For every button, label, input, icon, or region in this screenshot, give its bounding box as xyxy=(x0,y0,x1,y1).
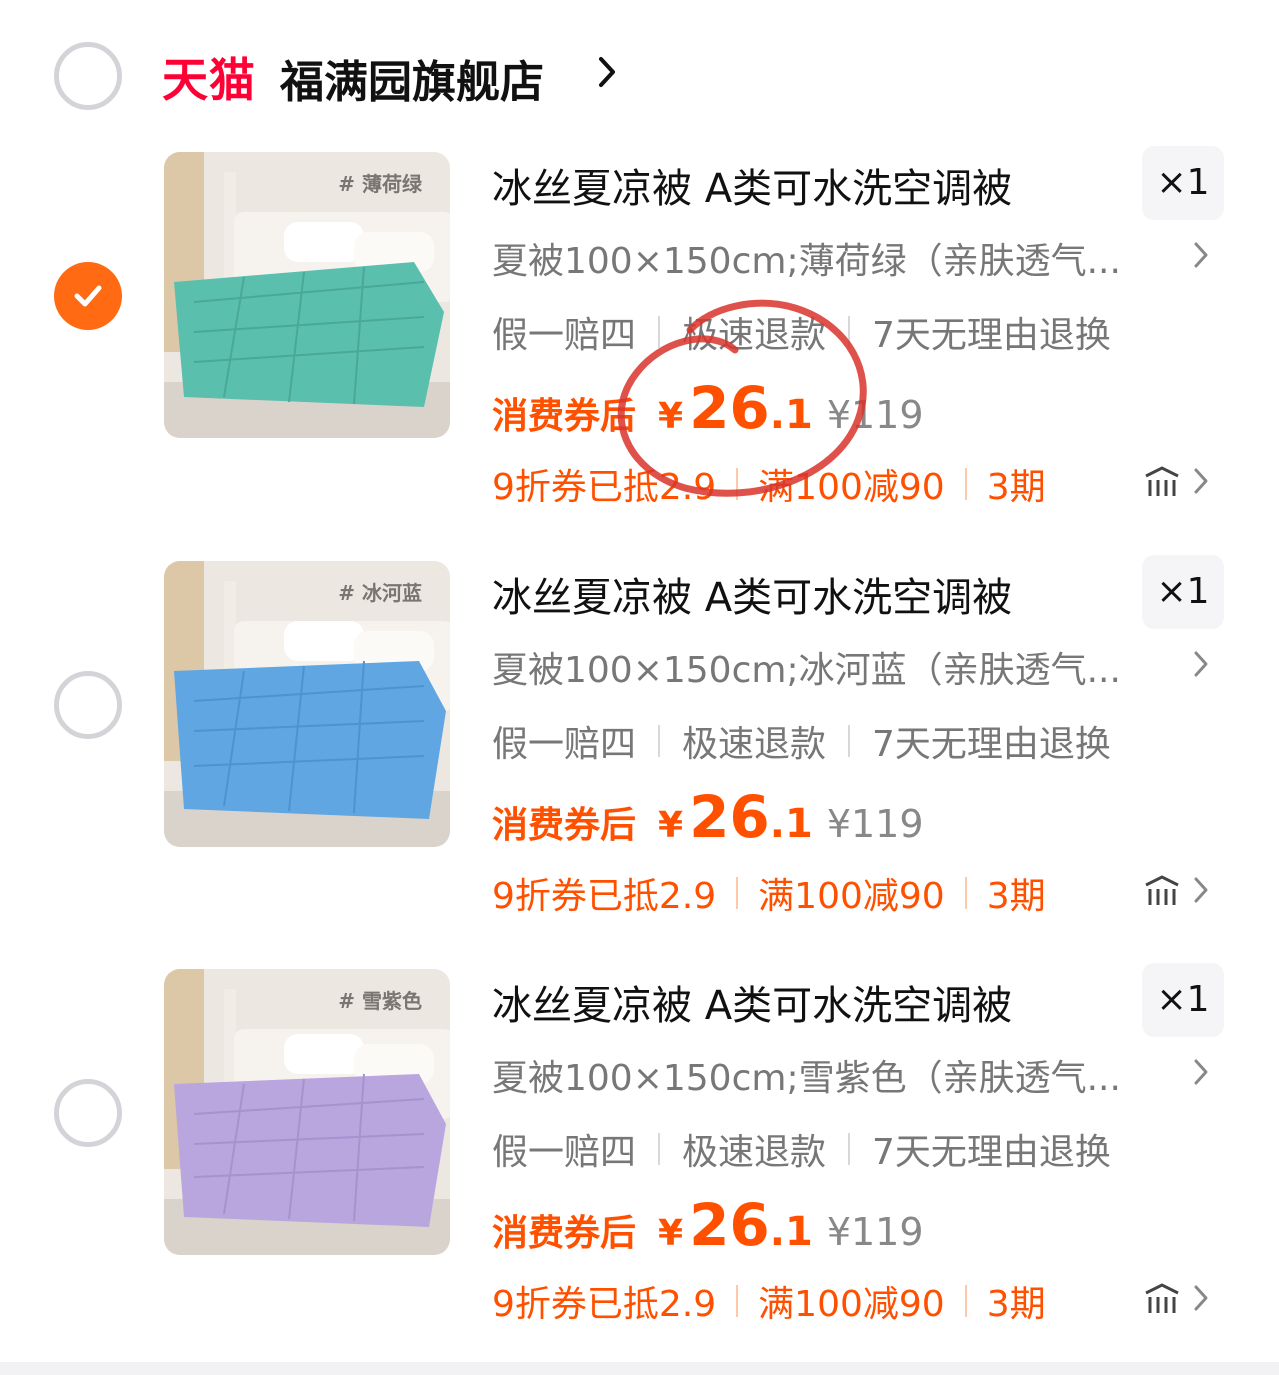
product-title[interactable]: 冰丝夏凉被 A类可水洗空调被 xyxy=(492,973,1012,1031)
service-tags: 假一赔四 极速退款 7天无理由退换 xyxy=(492,306,1111,358)
divider xyxy=(658,316,661,348)
promo-row[interactable]: 9折券已抵2.9 满100减90 3期 xyxy=(492,867,1132,919)
divider xyxy=(736,468,739,500)
divider xyxy=(848,316,851,348)
currency-symbol: ¥ xyxy=(658,396,684,437)
price-decimal: .1 xyxy=(769,392,813,438)
service-tags: 假一赔四 极速退款 7天无理由退换 xyxy=(492,715,1111,767)
promo-tag: 满100减90 xyxy=(758,876,945,917)
price-row: 消费券后 ¥ 26 .1 ¥119 xyxy=(492,374,924,444)
promo-tag: 3期 xyxy=(986,876,1046,917)
promo-tag: 9折券已抵2.9 xyxy=(492,1284,717,1325)
cart-item: # 雪紫色 冰丝夏凉被 A类可水洗空调被 ×1 夏被100×150cm;雪紫色（… xyxy=(0,963,1279,1375)
price-row: 消费券后 ¥ 26 .1 ¥119 xyxy=(492,783,924,853)
price-integer: 26 xyxy=(689,1191,770,1259)
cart-item: # 冰河蓝 冰丝夏凉被 A类可水洗空调被 ×1 夏被100×150cm;冰河蓝（… xyxy=(0,555,1279,969)
installment-icon xyxy=(1145,1283,1179,1313)
promo-tag: 满100减90 xyxy=(758,467,945,508)
divider xyxy=(658,1133,661,1165)
quantity-button[interactable]: ×1 xyxy=(1142,146,1224,220)
tmall-logo: 天猫 xyxy=(162,53,256,107)
chevron-right-icon[interactable] xyxy=(1192,1057,1210,1087)
divider xyxy=(848,1133,851,1165)
chevron-right-icon[interactable] xyxy=(1192,875,1210,905)
divider xyxy=(658,725,661,757)
service-tag: 假一赔四 xyxy=(492,1132,637,1173)
service-tag: 7天无理由退换 xyxy=(872,315,1111,356)
currency-symbol: ¥ xyxy=(658,1213,684,1254)
sku-selector[interactable]: 夏被100×150cm;冰河蓝（亲肤透气... xyxy=(492,641,1121,693)
quantity-button[interactable]: ×1 xyxy=(1142,963,1224,1037)
divider xyxy=(736,877,739,909)
item-select-checkbox[interactable] xyxy=(54,1079,122,1147)
item-select-checkbox-checked[interactable] xyxy=(54,262,122,330)
divider xyxy=(964,877,967,909)
item-select-checkbox[interactable] xyxy=(54,671,122,739)
chevron-right-icon[interactable] xyxy=(596,54,618,90)
blanket-shape xyxy=(174,1074,446,1227)
divider xyxy=(964,468,967,500)
shop-header: 天猫 福满园旗舰店 xyxy=(0,0,1279,150)
divider xyxy=(736,1285,739,1317)
price-integer: 26 xyxy=(689,374,770,442)
original-price: ¥119 xyxy=(826,393,924,437)
price-label: 消费券后 xyxy=(492,396,637,437)
divider xyxy=(964,1285,967,1317)
service-tag: 7天无理由退换 xyxy=(872,724,1111,765)
fade-mask xyxy=(1090,452,1140,502)
check-icon xyxy=(74,285,102,307)
bottom-divider xyxy=(0,1362,1279,1375)
product-image[interactable]: # 雪紫色 xyxy=(164,969,450,1255)
original-price: ¥119 xyxy=(826,1210,924,1254)
promo-tag: 3期 xyxy=(986,1284,1046,1325)
chevron-right-icon[interactable] xyxy=(1192,649,1210,679)
blanket-shape xyxy=(174,661,446,819)
price-row: 消费券后 ¥ 26 .1 ¥119 xyxy=(492,1191,924,1261)
product-title[interactable]: 冰丝夏凉被 A类可水洗空调被 xyxy=(492,565,1012,623)
chevron-right-icon[interactable] xyxy=(1192,240,1210,270)
quantity-button[interactable]: ×1 xyxy=(1142,555,1224,629)
price-label: 消费券后 xyxy=(492,805,637,846)
service-tag: 极速退款 xyxy=(682,724,827,765)
promo-row[interactable]: 9折券已抵2.9 满100减90 3期 xyxy=(492,458,1132,510)
shop-select-radio[interactable] xyxy=(54,42,122,110)
service-tag: 极速退款 xyxy=(682,1132,827,1173)
installment-icon xyxy=(1145,875,1179,905)
color-tag: # 冰河蓝 xyxy=(338,581,422,605)
service-tag: 假一赔四 xyxy=(492,724,637,765)
price-decimal: .1 xyxy=(769,801,813,847)
sku-selector[interactable]: 夏被100×150cm;薄荷绿（亲肤透气... xyxy=(492,232,1121,284)
product-image[interactable]: # 冰河蓝 xyxy=(164,561,450,847)
promo-tag: 满100减90 xyxy=(758,1284,945,1325)
promo-tag: 3期 xyxy=(986,467,1046,508)
color-tag: # 薄荷绿 xyxy=(338,172,422,196)
service-tag: 7天无理由退换 xyxy=(872,1132,1111,1173)
product-image[interactable]: # 薄荷绿 xyxy=(164,152,450,438)
promo-row[interactable]: 9折券已抵2.9 满100减90 3期 xyxy=(492,1275,1132,1327)
color-tag: # 雪紫色 xyxy=(338,989,422,1013)
original-price: ¥119 xyxy=(826,802,924,846)
promo-tag: 9折券已抵2.9 xyxy=(492,876,717,917)
fade-mask xyxy=(1090,861,1140,911)
shop-name-link[interactable]: 福满园旗舰店 xyxy=(280,46,544,110)
service-tags: 假一赔四 极速退款 7天无理由退换 xyxy=(492,1123,1111,1175)
price-integer: 26 xyxy=(689,783,770,851)
divider xyxy=(848,725,851,757)
fade-mask xyxy=(1090,1269,1140,1319)
price-label: 消费券后 xyxy=(492,1213,637,1254)
cart-item: # 薄荷绿 冰丝夏凉被 A类可水洗空调被 ×1 夏被100×150cm;薄荷绿（… xyxy=(0,146,1279,560)
chevron-right-icon[interactable] xyxy=(1192,466,1210,496)
service-tag: 假一赔四 xyxy=(492,315,637,356)
promo-tag: 9折券已抵2.9 xyxy=(492,467,717,508)
currency-symbol: ¥ xyxy=(658,805,684,846)
sku-selector[interactable]: 夏被100×150cm;雪紫色（亲肤透气... xyxy=(492,1049,1121,1101)
installment-icon xyxy=(1145,466,1179,496)
price-decimal: .1 xyxy=(769,1209,813,1255)
product-title[interactable]: 冰丝夏凉被 A类可水洗空调被 xyxy=(492,156,1012,214)
service-tag: 极速退款 xyxy=(682,315,827,356)
chevron-right-icon[interactable] xyxy=(1192,1283,1210,1313)
